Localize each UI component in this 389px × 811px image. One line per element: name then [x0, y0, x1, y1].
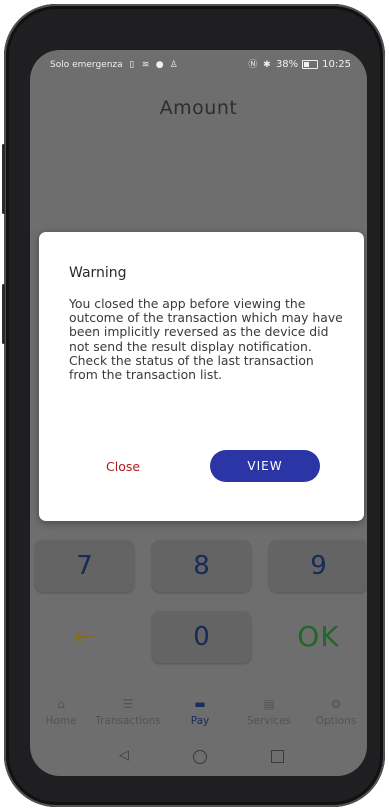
ok-key[interactable]: OK [269, 611, 367, 663]
carrier-label: Solo emergenza [50, 60, 123, 70]
page-title: Amount [159, 97, 238, 119]
recents-nav-icon[interactable] [271, 750, 284, 763]
bottom-tab-bar: ⌂ Home ☰ Transactions ▬ Pay ▤ Services ⚙… [30, 683, 367, 739]
location-icon: ● [155, 60, 164, 70]
clock: 10:25 [322, 59, 351, 70]
power-button [2, 284, 5, 344]
phone-frame: Solo emergenza ▯ ≋ ● ♙ Ⓝ ✱ 38% 10:25 Amo… [2, 4, 385, 807]
bluetooth-icon: ✱ [263, 59, 271, 70]
tab-pay-label: Pay [190, 715, 210, 727]
back-nav-icon[interactable]: ◁ [115, 747, 133, 765]
status-right: Ⓝ ✱ 38% 10:25 [248, 59, 351, 70]
volume-button [2, 144, 5, 214]
warning-dialog: Warning You closed the app before viewin… [39, 232, 364, 521]
tab-home[interactable]: ⌂ Home [30, 697, 95, 727]
wifi-icon: ≋ [141, 60, 150, 70]
key-0[interactable]: 0 [152, 611, 251, 663]
home-nav-icon[interactable] [193, 750, 207, 764]
tab-transactions-label: Transactions [95, 715, 161, 727]
key-8[interactable]: 8 [152, 540, 251, 592]
key-9[interactable]: 9 [269, 540, 367, 592]
keypad-row-1: 7 8 9 [30, 540, 367, 595]
dialog-message: You closed the app before viewing the ou… [69, 296, 343, 383]
battery-icon [302, 60, 319, 69]
view-button[interactable]: VIEW [210, 450, 320, 482]
dialog-title: Warning [69, 265, 127, 281]
status-bar: Solo emergenza ▯ ≋ ● ♙ Ⓝ ✱ 38% 10:25 [30, 50, 367, 80]
tab-options-label: Options [315, 715, 357, 727]
battery-fill [304, 62, 310, 67]
sim-icon: ▯ [129, 60, 135, 70]
tab-services[interactable]: ▤ Services [235, 697, 303, 727]
account-icon: ♙ [169, 60, 178, 70]
backspace-key[interactable]: ← [35, 611, 134, 663]
key-7[interactable]: 7 [35, 540, 134, 592]
battery-percent: 38% [275, 59, 299, 70]
home-icon: ⌂ [57, 697, 65, 711]
tab-options[interactable]: ⚙ Options [302, 697, 367, 727]
tab-transactions[interactable]: ☰ Transactions [94, 697, 162, 727]
close-button[interactable]: Close [106, 459, 140, 474]
app-screen: Solo emergenza ▯ ≋ ● ♙ Ⓝ ✱ 38% 10:25 Amo… [30, 50, 367, 776]
keypad-row-2: ← 0 OK [30, 611, 367, 666]
clipboard-icon: ▤ [263, 697, 275, 711]
tab-services-label: Services [246, 715, 292, 727]
nfc-icon: Ⓝ [248, 59, 258, 70]
gear-icon: ⚙ [330, 697, 342, 711]
status-left: Solo emergenza ▯ ≋ ● ♙ [50, 60, 179, 70]
tab-home-label: Home [45, 715, 77, 727]
list-icon: ☰ [122, 697, 134, 711]
tab-pay[interactable]: ▬ Pay [166, 697, 234, 727]
system-nav-bar: ◁ [30, 742, 367, 772]
card-icon: ▬ [194, 697, 206, 711]
